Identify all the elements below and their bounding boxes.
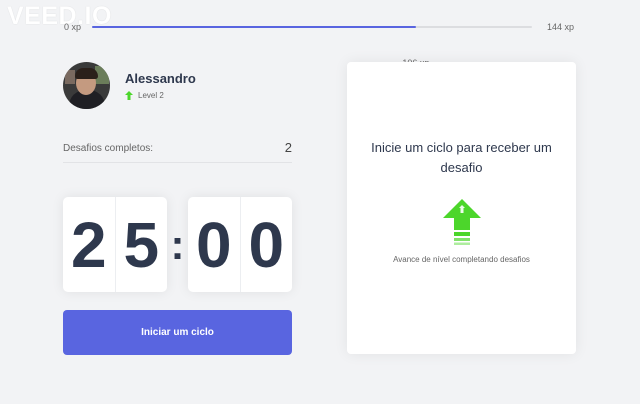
- challenge-card-hint: Avance de nível completando desafios: [393, 255, 530, 264]
- countdown-separator: :: [170, 220, 185, 268]
- minute-digit-right: 5: [114, 197, 168, 292]
- completed-challenges-count: 2: [284, 140, 292, 155]
- profile-level: Level 2: [125, 89, 164, 101]
- xp-progress-fill: [92, 26, 416, 28]
- completed-challenges: Desafios completos: 2: [63, 138, 292, 163]
- xp-end-label: 144 xp: [547, 22, 575, 32]
- minutes-display: 2 5: [63, 197, 167, 292]
- level-label: Level 2: [138, 90, 164, 100]
- level-up-arrow-icon: [125, 90, 133, 100]
- seconds-display: 0 0: [188, 197, 292, 292]
- xp-track: 106 xp: [92, 26, 532, 68]
- xp-start-label: 0 xp: [64, 22, 82, 32]
- experience-bar: VEED.IO 0 xp 106 xp 144 xp: [0, 0, 640, 68]
- start-cycle-button[interactable]: Iniciar um ciclo: [63, 310, 292, 355]
- profile-name: Alessandro: [125, 71, 196, 86]
- second-digit-left: 0: [195, 208, 232, 281]
- level-up-icon: [443, 199, 481, 245]
- second-digit-right: 0: [239, 197, 293, 292]
- countdown: 2 5 : 0 0: [63, 197, 292, 292]
- completed-challenges-label: Desafios completos:: [63, 143, 154, 154]
- avatar: [63, 62, 110, 109]
- challenge-card-title: Inicie um ciclo para receber um desafio: [371, 140, 552, 175]
- profile: Alessandro Level 2: [63, 62, 303, 110]
- challenge-card: Inicie um ciclo para receber um desafio …: [347, 62, 576, 354]
- minute-digit-left: 2: [70, 208, 107, 281]
